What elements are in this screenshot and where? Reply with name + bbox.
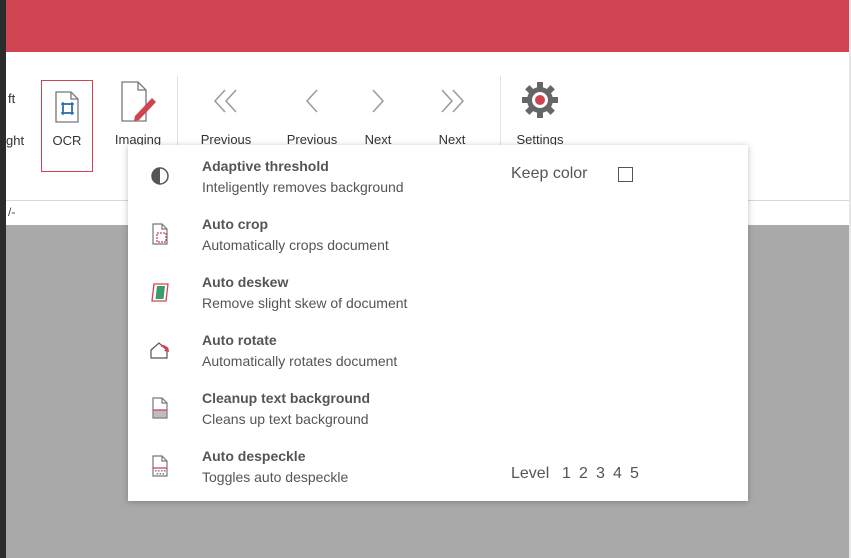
menu-item-title: Auto deskew [202,274,289,290]
rotate-icon [150,342,169,359]
gear-icon [522,82,558,118]
ribbon-partial-label-top[interactable]: ft [8,91,15,106]
crop-icon [152,223,168,245]
double-chevron-right-icon [441,89,465,113]
imaging-dropdown-menu: Adaptive threshold Inteligently removes … [128,145,748,501]
double-chevron-left-icon [213,89,237,113]
menu-item-cleanup-text-background[interactable]: Cleanup text background Cleans up text b… [128,390,748,448]
ocr-icon [55,91,79,123]
keep-color-checkbox[interactable] [618,167,633,182]
imaging-button[interactable]: Imaging [106,80,170,150]
menu-item-description: Automatically crops document [202,237,389,253]
next-page-last-button[interactable]: Next [420,80,484,150]
chevron-right-icon [372,89,385,113]
menu-item-description: Toggles auto despeckle [202,469,349,485]
previous-page-button[interactable]: Previous [280,80,344,150]
previous-page-first-button[interactable]: Previous [194,80,258,150]
despeckle-level-label: Level [511,465,550,482]
menu-item-auto-despeckle[interactable]: Auto despeckle Toggles auto despeckle [128,448,748,506]
despeckle-icon [152,455,168,477]
menu-item-title: Adaptive threshold [202,158,329,174]
settings-button[interactable]: Settings [508,80,572,150]
menu-item-title: Auto rotate [202,332,277,348]
ribbon-partial-label-bottom[interactable]: ght [6,133,24,148]
deskew-icon [151,283,169,302]
menu-item-auto-deskew[interactable]: Auto deskew Remove slight skew of docume… [128,274,748,332]
menu-item-description: Cleans up text background [202,411,369,427]
menu-item-description: Inteligently removes background [202,179,404,195]
despeckle-level-2[interactable]: 2 [579,465,588,483]
status-fragment: /- [8,205,16,219]
menu-item-description: Remove slight skew of document [202,295,408,311]
chevron-left-icon [305,89,318,113]
despeckle-level-1[interactable]: 1 [562,465,571,483]
despeckle-level-3[interactable]: 3 [596,465,605,483]
title-bar [6,0,849,52]
menu-item-description: Automatically rotates document [202,353,398,369]
menu-item-auto-crop[interactable]: Auto crop Automatically crops document [128,216,748,274]
despeckle-level-5[interactable]: 5 [630,465,639,483]
menu-item-adaptive-threshold[interactable]: Adaptive threshold Inteligently removes … [128,158,748,216]
menu-item-title: Auto crop [202,216,269,232]
cleanup-icon [152,397,168,419]
imaging-icon [121,81,156,122]
contrast-icon [151,167,169,185]
next-page-button[interactable]: Next [346,80,410,150]
despeckle-level-4[interactable]: 4 [613,465,622,483]
keep-color-label: Keep color [511,165,588,182]
menu-item-auto-rotate[interactable]: Auto rotate Automatically rotates docume… [128,332,748,390]
menu-item-title: Cleanup text background [202,390,371,406]
ocr-button[interactable]: OCR [41,80,93,172]
menu-item-title: Auto despeckle [202,448,306,464]
ocr-label: OCR [52,133,82,148]
